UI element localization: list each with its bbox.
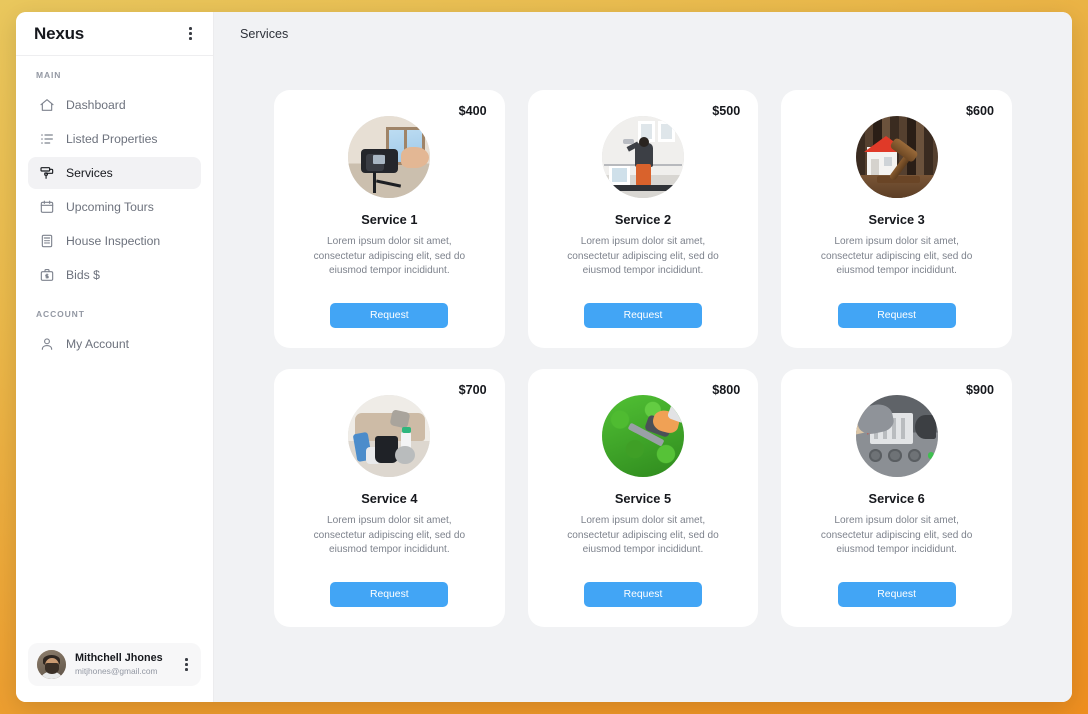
service-card[interactable]: $900 Service 6 Lorem ipsum dolor sit ame… [781, 369, 1012, 627]
service-card[interactable]: $600 Service 3 Lorem ipsum dolor sit ame… [781, 90, 1012, 348]
app-brand-title: Nexus [34, 23, 85, 43]
avatar [37, 650, 66, 679]
service-description: Lorem ipsum dolor sit amet, consectetur … [820, 515, 973, 556]
service-card[interactable]: $400 Service 1 Lorem ipsum dolor sit ame… [274, 90, 505, 348]
sidebar-item-house-inspection[interactable]: House Inspection [28, 225, 201, 257]
service-price: $800 [712, 383, 741, 397]
nav-section-label-account: ACCOUNT [36, 309, 85, 319]
nav-section-account: ACCOUNT My Account [28, 309, 201, 360]
sidebar-header: Nexus [16, 12, 213, 56]
request-button[interactable]: Request [837, 303, 956, 328]
sidebar-item-bids[interactable]: Bids $ [28, 259, 201, 291]
service-title: Service 4 [361, 491, 418, 506]
user-icon [38, 336, 55, 353]
nav-section-label-main: MAIN [36, 70, 62, 80]
home-icon [38, 97, 55, 114]
sidebar-item-my-account[interactable]: My Account [28, 328, 201, 360]
service-description: Lorem ipsum dolor sit amet, consectetur … [313, 236, 466, 277]
service-title: Service 6 [868, 491, 925, 506]
sidebar-item-label: Dashboard [66, 98, 126, 112]
service-price: $700 [458, 383, 487, 397]
nav-section-main: MAIN Dashboard Listed Properties Service… [28, 70, 201, 291]
sidebar-item-label: Listed Properties [66, 132, 158, 146]
briefcase-dollar-icon [38, 267, 55, 284]
user-name: Mithchell Jhones [75, 651, 163, 664]
main-content: Services $400 Service 1 Lorem ipsum dolo [214, 12, 1072, 702]
calendar-icon [38, 199, 55, 216]
request-button[interactable]: Request [330, 303, 449, 328]
service-title: Service 3 [868, 212, 925, 227]
service-card[interactable]: $500 Service 2 Lorem ipsum dolor sit ame… [527, 90, 759, 348]
service-description: Lorem ipsum dolor sit amet, consectetur … [567, 515, 719, 556]
request-button[interactable]: Request [837, 582, 956, 607]
user-kebab-menu-icon[interactable] [180, 655, 193, 674]
app-window: Nexus MAIN Dashboard Listed Properties S… [16, 12, 1072, 702]
service-description: Lorem ipsum dolor sit amet, consectetur … [820, 236, 973, 277]
sidebar-kebab-menu-icon[interactable] [184, 23, 197, 44]
service-price: $900 [965, 383, 994, 397]
service-price: $500 [712, 104, 741, 118]
sidebar-item-upcoming-tours[interactable]: Upcoming Tours [28, 191, 201, 223]
sidebar-item-label: House Inspection [66, 234, 161, 248]
service-title: Service 5 [614, 491, 672, 506]
sidebar-item-label: My Account [66, 337, 129, 351]
sidebar-item-label: Services [66, 166, 113, 180]
sidebar-navigation: MAIN Dashboard Listed Properties Service… [16, 56, 213, 633]
sidebar-footer: Mithchell Jhones mitjhones@gmail.com [16, 633, 213, 702]
service-thumbnail [855, 395, 938, 477]
service-price: $600 [965, 104, 994, 118]
main-body: $400 Service 1 Lorem ipsum dolor sit ame… [214, 56, 1072, 702]
user-meta: Mithchell Jhones mitjhones@gmail.com [75, 652, 171, 677]
request-button[interactable]: Request [583, 582, 702, 607]
service-title: Service 1 [361, 212, 418, 227]
service-thumbnail [601, 116, 684, 198]
sidebar-item-services[interactable]: Services [28, 157, 201, 189]
service-thumbnail [348, 116, 431, 198]
user-profile-card[interactable]: Mithchell Jhones mitjhones@gmail.com [28, 643, 201, 686]
sidebar: Nexus MAIN Dashboard Listed Properties S… [16, 12, 214, 702]
list-icon [38, 131, 55, 148]
service-description: Lorem ipsum dolor sit amet, consectetur … [567, 236, 719, 277]
service-title: Service 2 [614, 212, 672, 227]
sidebar-item-listed-properties[interactable]: Listed Properties [28, 123, 201, 155]
service-thumbnail [348, 395, 431, 477]
service-thumbnail [601, 395, 684, 477]
request-button[interactable]: Request [330, 582, 449, 607]
page-title: Services [240, 27, 289, 41]
service-card[interactable]: $700 Service 4 Lorem ipsum dolor sit ame… [274, 369, 505, 627]
service-card[interactable]: $800 Service 5 Lorem ipsum dolor sit ame… [527, 369, 759, 627]
sidebar-item-label: Upcoming Tours [66, 200, 154, 214]
paint-roller-icon [38, 165, 55, 182]
service-description: Lorem ipsum dolor sit amet, consectetur … [313, 515, 466, 556]
user-email: mitjhones@gmail.com [75, 666, 158, 677]
service-thumbnail [855, 116, 938, 198]
service-price: $400 [458, 104, 487, 118]
services-grid: $400 Service 1 Lorem ipsum dolor sit ame… [274, 90, 1012, 627]
request-button[interactable]: Request [583, 303, 702, 328]
sidebar-item-label: Bids $ [66, 268, 100, 282]
sidebar-item-dashboard[interactable]: Dashboard [28, 89, 201, 121]
building-icon [38, 233, 55, 250]
main-header: Services [214, 12, 1072, 56]
